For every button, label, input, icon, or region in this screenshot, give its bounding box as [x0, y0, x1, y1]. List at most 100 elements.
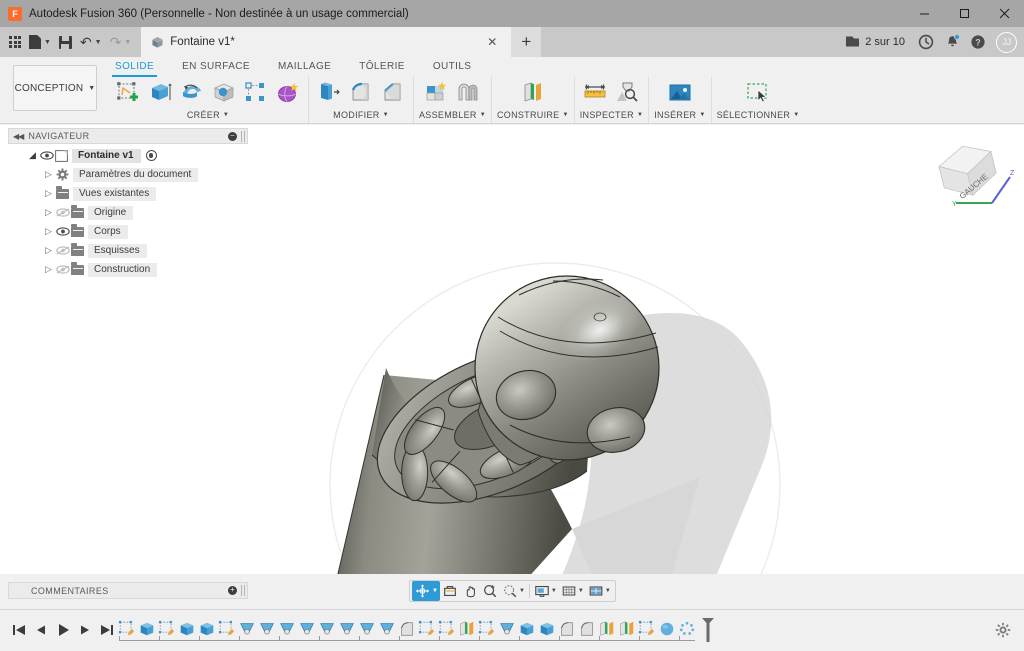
chevron-down-icon[interactable]: ▼	[551, 588, 557, 594]
timeline-feature[interactable]	[477, 619, 497, 639]
tab-solide[interactable]: SOLIDE	[112, 59, 157, 75]
view-cube[interactable]: GAUCHE Y Z	[930, 133, 1016, 213]
skip-end-button[interactable]	[97, 621, 117, 639]
save-button[interactable]	[55, 27, 76, 57]
insert-image-button[interactable]	[665, 78, 695, 108]
timeline-feature[interactable]	[617, 619, 637, 639]
look-at-button[interactable]	[440, 581, 460, 601]
extrude-button[interactable]	[145, 78, 175, 108]
undo-button[interactable]: ↶ ▼	[76, 27, 106, 57]
panel-assembler-label[interactable]: ASSEMBLER ▼	[419, 110, 486, 120]
panel-options-icon[interactable]: −	[228, 132, 237, 141]
collapse-left-icon[interactable]: ◀◀	[13, 132, 23, 141]
tree-item-corps[interactable]: ▷ Corps	[8, 222, 248, 241]
tree-item-origine[interactable]: ▷ Origine	[8, 203, 248, 222]
timeline-feature[interactable]	[237, 619, 257, 639]
measure-button[interactable]	[580, 78, 610, 108]
timeline-feature[interactable]	[197, 619, 217, 639]
panel-selectionner-label[interactable]: SÉLECTIONNER ▼	[717, 110, 800, 120]
timeline-feature[interactable]	[557, 619, 577, 639]
new-tab-button[interactable]: +	[511, 27, 541, 57]
panel-creer-label[interactable]: CRÉER ▼	[187, 110, 229, 120]
zoom-button[interactable]	[480, 581, 500, 601]
tab-tolerie[interactable]: TÔLERIE	[356, 59, 408, 75]
timeline-feature[interactable]	[397, 619, 417, 639]
timeline-feature[interactable]	[677, 619, 697, 639]
timeline-feature[interactable]	[537, 619, 557, 639]
play-button[interactable]	[53, 621, 73, 639]
timeline-feature[interactable]	[117, 619, 137, 639]
orbit-button[interactable]: ▼	[412, 581, 440, 601]
close-icon[interactable]: ✕	[481, 35, 503, 49]
fit-button[interactable]: ▼	[500, 581, 527, 601]
minimize-button[interactable]	[904, 0, 944, 27]
timeline-feature[interactable]	[417, 619, 437, 639]
timeline-feature[interactable]	[297, 619, 317, 639]
triangle-closed-icon[interactable]: ▷	[42, 187, 55, 200]
timeline-feature[interactable]	[277, 619, 297, 639]
timeline-feature[interactable]	[317, 619, 337, 639]
app-menu-button[interactable]	[5, 27, 25, 57]
form-button[interactable]	[273, 78, 303, 108]
triangle-closed-icon[interactable]: ▷	[42, 244, 55, 257]
timeline-feature[interactable]	[517, 619, 537, 639]
tab-outils[interactable]: OUTILS	[430, 59, 475, 75]
tree-item-esquisses[interactable]: ▷ Esquisses	[8, 241, 248, 260]
document-tab[interactable]: Fontaine v1* ✕	[141, 27, 511, 57]
timeline-playhead[interactable]	[699, 617, 717, 643]
revolve-button[interactable]	[177, 78, 207, 108]
timeline-feature[interactable]	[457, 619, 477, 639]
help-button[interactable]: ?	[965, 27, 991, 57]
workspace-selector[interactable]: CONCEPTION ▼	[13, 65, 97, 111]
timeline-feature[interactable]	[357, 619, 377, 639]
create-sketch-button[interactable]	[113, 78, 143, 108]
close-button[interactable]	[984, 0, 1024, 27]
fillet-button[interactable]	[346, 78, 376, 108]
visibility-eye-icon[interactable]	[55, 225, 70, 238]
step-back-button[interactable]	[31, 621, 51, 639]
sweep-button[interactable]	[209, 78, 239, 108]
grid-snaps-button[interactable]: ▼	[559, 581, 586, 601]
chevron-down-icon[interactable]: ▼	[519, 588, 525, 594]
timeline-settings-button[interactable]	[995, 622, 1011, 638]
tab-maillage[interactable]: MAILLAGE	[275, 59, 334, 75]
visibility-eye-hidden-icon[interactable]	[55, 206, 70, 219]
panel-inspecter-label[interactable]: INSPECTER ▼	[580, 110, 643, 120]
redo-button[interactable]: ↷ ▼	[106, 27, 136, 57]
press-pull-button[interactable]	[314, 78, 344, 108]
maximize-button[interactable]	[944, 0, 984, 27]
selection-window-button[interactable]	[743, 78, 773, 108]
timeline-feature[interactable]	[157, 619, 177, 639]
notifications-button[interactable]	[939, 27, 965, 57]
viewports-button[interactable]: ▼	[586, 581, 613, 601]
file-menu-button[interactable]: ▼	[25, 27, 55, 57]
active-component-radio[interactable]	[146, 150, 157, 161]
skip-start-button[interactable]	[9, 621, 29, 639]
avatar[interactable]: JJ	[996, 32, 1017, 53]
triangle-closed-icon[interactable]: ▷	[42, 263, 55, 276]
joint-button[interactable]	[453, 78, 483, 108]
panel-inserer-label[interactable]: INSÉRER ▼	[654, 110, 705, 120]
timeline-feature[interactable]	[257, 619, 277, 639]
triangle-closed-icon[interactable]: ▷	[42, 225, 55, 238]
display-settings-button[interactable]: ▼	[532, 581, 559, 601]
tree-item-parametres-du-document[interactable]: ▷ Paramètres du document	[8, 165, 248, 184]
tree-item-fontaine[interactable]: ◢ Fontaine v1	[8, 146, 248, 165]
chevron-down-icon[interactable]: ▼	[605, 588, 611, 594]
timeline-track[interactable]	[117, 619, 697, 649]
chevron-down-icon[interactable]: ▼	[432, 588, 438, 594]
chevron-down-icon[interactable]: ▼	[578, 588, 584, 594]
panel-grip[interactable]	[241, 585, 245, 596]
tab-en-surface[interactable]: EN SURFACE	[179, 59, 253, 75]
triangle-closed-icon[interactable]: ▷	[42, 168, 55, 181]
timeline-feature[interactable]	[437, 619, 457, 639]
visibility-eye-hidden-icon[interactable]	[55, 244, 70, 257]
comments-panel-header[interactable]: COMMENTAIRES +	[8, 582, 248, 599]
panel-options-icon[interactable]: +	[228, 586, 237, 595]
pan-button[interactable]	[460, 581, 480, 601]
section-analysis-button[interactable]	[612, 78, 642, 108]
panel-grip[interactable]	[241, 131, 245, 142]
recent-activity-button[interactable]	[913, 27, 939, 57]
triangle-closed-icon[interactable]: ▷	[42, 206, 55, 219]
timeline-feature[interactable]	[597, 619, 617, 639]
